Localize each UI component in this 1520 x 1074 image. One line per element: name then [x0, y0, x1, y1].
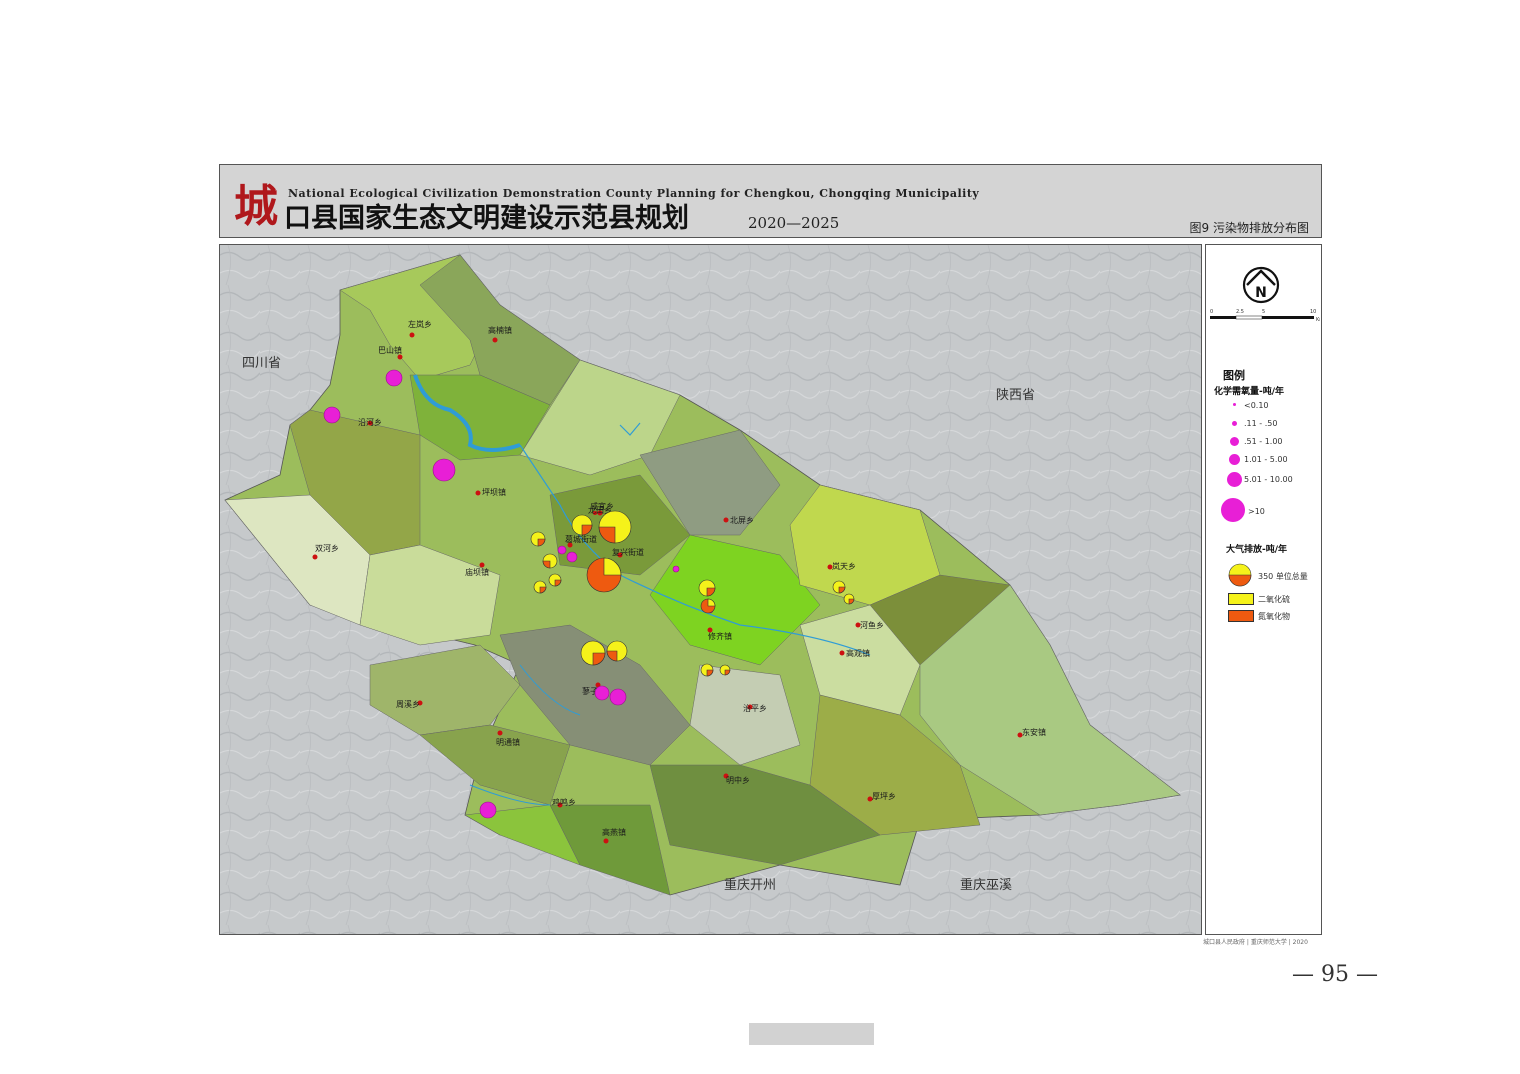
- compass-icon: N: [1242, 266, 1280, 304]
- town-jiming: 鸡鸣乡: [552, 797, 576, 807]
- page-number: — 95 —: [1292, 962, 1378, 987]
- svg-text:0: 0: [1210, 309, 1213, 315]
- town-mingtong: 明通镇: [496, 737, 520, 747]
- town-yanhe: 沿河乡: [358, 417, 382, 427]
- title-english: National Ecological Civilization Demonst…: [288, 187, 980, 200]
- map-panel[interactable]: 四川省 陕西省 重庆开州 重庆巫溪 左岚乡 高楠镇 巴山镇 沿河乡 坪坝镇 咸宜…: [219, 244, 1202, 935]
- cod-marker: [566, 551, 578, 563]
- town-zhiping: 治平乡: [743, 703, 767, 713]
- air-marker: [580, 640, 606, 666]
- legend-panel: N 0 2.5 5 10 Km 图例 化学需氧量-吨/年 <0.10 .11 -…: [1205, 244, 1322, 935]
- air-marker: [698, 579, 716, 597]
- cod-marker: [323, 406, 341, 424]
- cod-marker: [609, 688, 627, 706]
- cod-marker: [672, 565, 680, 573]
- town-zuolan: 左岚乡: [408, 319, 432, 329]
- cod-marker: [432, 458, 456, 482]
- town-dongan: 东安镇: [1022, 727, 1046, 737]
- label-wuxi: 重庆巫溪: [960, 877, 1012, 893]
- town-lantian: 岚天乡: [832, 562, 856, 571]
- map-svg: 四川省 陕西省 重庆开州 重庆巫溪 左岚乡 高楠镇 巴山镇 沿河乡 坪坝镇 咸宜…: [220, 245, 1201, 934]
- air-marker: [548, 573, 562, 587]
- cod-legend-title: 化学需氧量-吨/年: [1214, 387, 1285, 397]
- label-shaanxi: 陕西省: [996, 388, 1035, 403]
- svg-text:5: 5: [1262, 309, 1265, 315]
- air-marker: [700, 598, 716, 614]
- logo-character: 城: [234, 181, 278, 232]
- town-houping: 厚坪乡: [872, 792, 896, 801]
- label-kaizhou: 重庆开州: [724, 877, 776, 893]
- title-chinese: 口县国家生态文明建设示范县规划: [284, 203, 689, 234]
- town-gaonan: 高楠镇: [488, 325, 512, 335]
- town-beiping: 北屏乡: [730, 516, 754, 525]
- credit-text: 城口县人民政府 | 重庆师范大学 | 2020: [1203, 939, 1308, 946]
- air-legend-title: 大气排放-吨/年: [1226, 545, 1288, 555]
- air-marker: [530, 531, 546, 547]
- scale-bar: 0 2.5 5 10 Km: [1210, 309, 1320, 323]
- svg-text:N: N: [1255, 285, 1267, 301]
- town-heyu: 河鱼乡: [860, 620, 884, 630]
- bottom-gray-bar: [749, 1023, 874, 1045]
- town-gaoguan: 高观镇: [846, 648, 870, 658]
- label-sichuan: 四川省: [242, 356, 281, 371]
- air-marker: [542, 553, 558, 569]
- air-marker: [700, 663, 714, 677]
- svg-text:2.5: 2.5: [1236, 309, 1244, 315]
- svg-text:10: 10: [1310, 309, 1316, 315]
- air-marker: [533, 580, 547, 594]
- town-mingzhong: 明中乡: [726, 775, 750, 785]
- figure-label: 图9 污染物排放分布图: [1189, 221, 1309, 235]
- air-marker: [843, 593, 855, 605]
- air-marker: [832, 580, 846, 594]
- cod-marker: [479, 801, 497, 819]
- legend-title: 图例: [1223, 369, 1245, 382]
- town-bashan: 巴山镇: [378, 345, 402, 355]
- title-bar: 城 National Ecological Civilization Demon…: [219, 164, 1322, 238]
- air-marker: [586, 557, 622, 593]
- cod-marker: [385, 369, 403, 387]
- town-gecheng: 葛城街道: [565, 534, 597, 544]
- air-marker: [719, 664, 731, 676]
- air-marker: [571, 514, 593, 536]
- town-zhouxi: 周溪乡: [396, 699, 420, 709]
- title-years: 2020—2025: [748, 214, 840, 232]
- air-marker: [606, 640, 628, 662]
- town-miaoba: 庙坝镇: [465, 567, 489, 577]
- town-pingba: 坪坝镇: [482, 487, 506, 497]
- air-sample-icon: [1228, 563, 1252, 587]
- town-xiuqi: 修齐镇: [708, 631, 732, 641]
- cod-marker: [557, 545, 567, 555]
- town-gaoyan: 高燕镇: [602, 827, 626, 837]
- town-fuxing: 复兴街道: [612, 547, 644, 557]
- air-marker: [598, 510, 632, 544]
- cod-marker: [594, 685, 610, 701]
- svg-text:Km: Km: [1316, 317, 1320, 323]
- town-shuanghe: 双河乡: [315, 543, 339, 553]
